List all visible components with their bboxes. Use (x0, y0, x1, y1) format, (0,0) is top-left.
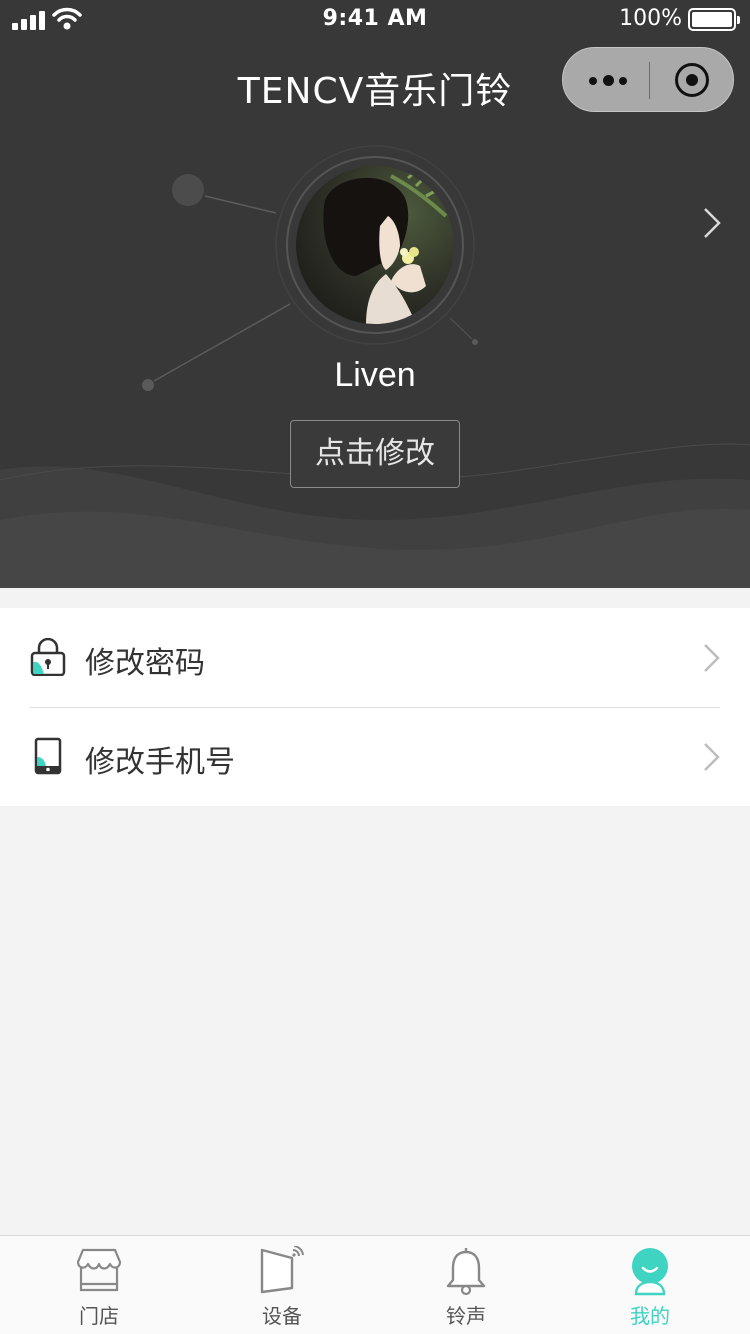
phone-icon (34, 737, 62, 775)
tab-ringtone[interactable]: 铃声 (391, 1236, 541, 1334)
bell-icon (446, 1248, 486, 1296)
chevron-right-icon[interactable] (700, 206, 724, 240)
menu-item-change-phone[interactable]: 修改手机号 (0, 707, 750, 806)
lock-icon (30, 638, 66, 676)
tab-store[interactable]: 门店 (24, 1236, 174, 1334)
menu-item-label: 修改手机号 (85, 745, 235, 780)
user-icon (632, 1248, 668, 1296)
screen: 9:41 AM 100% TENCV音乐门铃 Liven 点击修改 修改密码 修… (0, 0, 750, 1334)
tab-label: 我的 (630, 1304, 670, 1328)
tab-label: 铃声 (446, 1304, 486, 1328)
avatar[interactable] (296, 166, 454, 324)
edit-profile-button[interactable]: 点击修改 (290, 420, 460, 488)
tab-mine[interactable]: 我的 (575, 1236, 725, 1334)
profile-header: 9:41 AM 100% TENCV音乐门铃 Liven 点击修改 (0, 0, 750, 588)
username: Liven (334, 356, 416, 394)
menu-item-label: 修改密码 (85, 646, 205, 681)
store-icon (77, 1248, 121, 1292)
tab-label: 设备 (262, 1304, 302, 1328)
device-icon (260, 1246, 304, 1294)
tab-label: 门店 (79, 1304, 119, 1328)
chevron-right-icon (704, 644, 720, 672)
chevron-right-icon (704, 743, 720, 771)
tab-device[interactable]: 设备 (207, 1236, 357, 1334)
settings-menu: 修改密码 修改手机号 (0, 608, 750, 806)
menu-item-change-password[interactable]: 修改密码 (0, 608, 750, 708)
tab-bar: 门店 设备 铃声 我的 (0, 1235, 750, 1334)
